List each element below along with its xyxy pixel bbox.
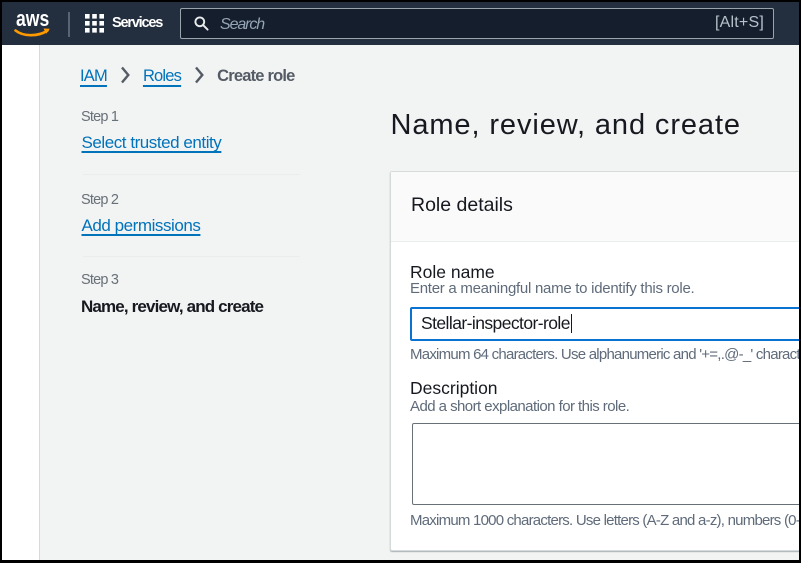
svg-text:aws: aws	[16, 9, 49, 32]
